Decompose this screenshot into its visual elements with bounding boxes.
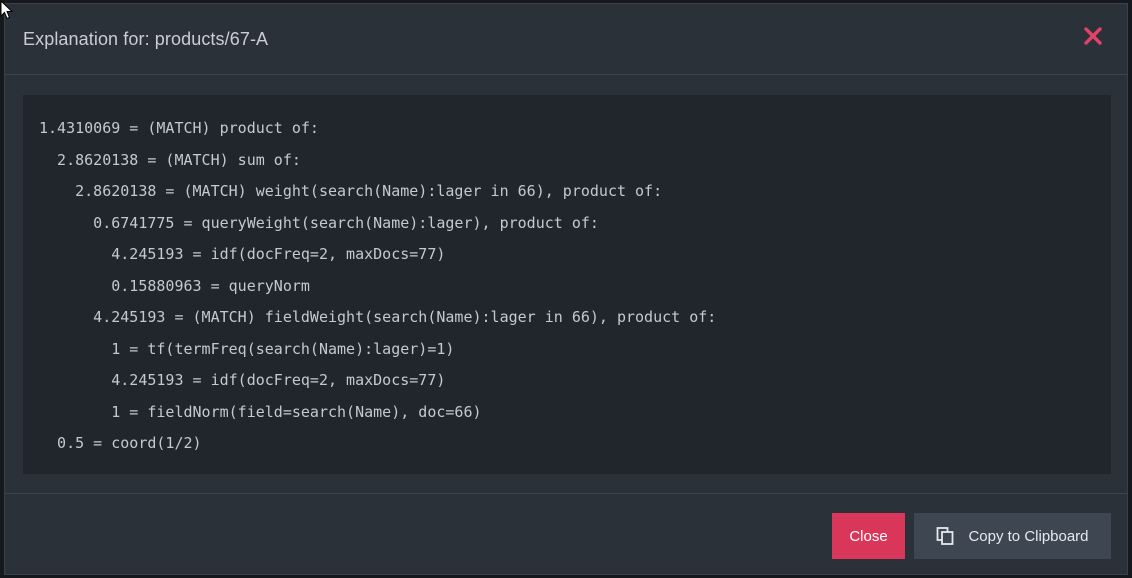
close-x-icon[interactable] (1081, 24, 1105, 48)
explanation-line: 1 = tf(termFreq(search(Name):lager)=1) (39, 339, 455, 358)
modal-header: Explanation for: products/67-A (5, 4, 1127, 75)
explanation-line: 1 = fieldNorm(field=search(Name), doc=66… (39, 402, 482, 421)
explanation-text-box: 1.4310069 = (MATCH) product of: 2.862013… (23, 95, 1111, 474)
modal-title: Explanation for: products/67-A (23, 29, 269, 49)
explanation-line: 0.5 = coord(1/2) (39, 434, 202, 452)
explanation-line: 4.245193 = idf(docFreq=2, maxDocs=77) (39, 245, 446, 263)
explanation-line: 0.6741775 = queryWeight(search(Name):lag… (39, 213, 599, 232)
copy-to-clipboard-label: Copy to Clipboard (968, 527, 1089, 545)
explanation-line: 4.245193 = (MATCH) fieldWeight(search(Na… (39, 308, 717, 326)
explanation-modal: Explanation for: products/67-A 1.4310069… (4, 3, 1128, 575)
explanation-line: 4.245193 = idf(docFreq=2, maxDocs=77) (39, 371, 446, 389)
copy-icon (936, 527, 954, 545)
explanation-line: 0.15880963 = queryNorm (39, 276, 310, 295)
mouse-cursor-icon (0, 0, 14, 20)
explanation-line: 2.8620138 = (MATCH) sum of: (39, 150, 301, 169)
explanation-lines: 1.4310069 = (MATCH) product of: 2.862013… (39, 113, 1095, 460)
explanation-line: 2.8620138 = (MATCH) weight(search(Name):… (39, 182, 663, 200)
close-button[interactable]: Close (832, 513, 905, 559)
modal-footer: Close Copy to Clipboard (5, 493, 1127, 576)
copy-to-clipboard-button[interactable]: Copy to Clipboard (914, 513, 1111, 559)
explanation-line: 1.4310069 = (MATCH) product of: (39, 119, 319, 137)
